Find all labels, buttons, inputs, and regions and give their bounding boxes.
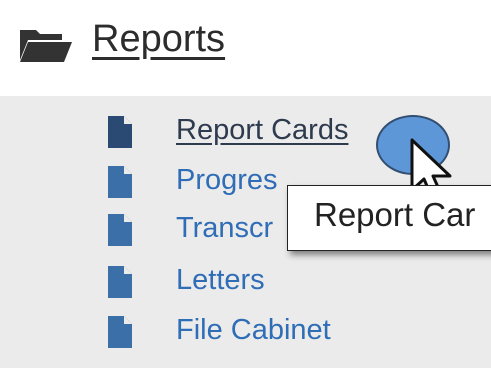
document-icon (108, 214, 132, 246)
menu-item-letters[interactable]: Letters (108, 260, 468, 304)
menu-item-label[interactable]: File Cabinet (176, 314, 331, 347)
reports-header: Reports (0, 0, 491, 96)
folder-open-icon (20, 30, 72, 62)
menu-item-label[interactable]: Transcr (176, 212, 273, 245)
tooltip: Report Car (287, 185, 491, 251)
menu-item-label[interactable]: Progres (176, 164, 278, 197)
menu-item-label[interactable]: Report Cards (176, 114, 348, 147)
tooltip-text: Report Car (314, 196, 476, 233)
document-icon (108, 266, 132, 298)
reports-link[interactable]: Reports (92, 18, 225, 61)
document-icon (108, 166, 132, 198)
document-icon (108, 116, 132, 148)
document-icon (108, 316, 132, 348)
menu-item-file-cabinet[interactable]: File Cabinet (108, 310, 468, 354)
menu-item-label[interactable]: Letters (176, 264, 265, 297)
